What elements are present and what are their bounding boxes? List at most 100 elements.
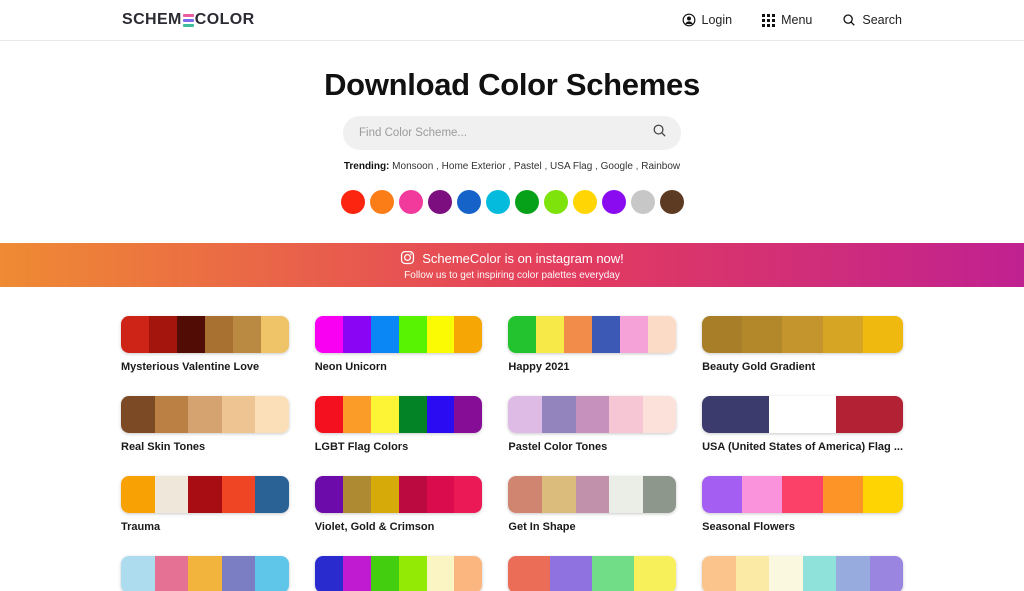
palette-card[interactable]: Vibrant Hope <box>314 556 483 591</box>
palette-card[interactable]: Seasonal Flowers <box>702 476 903 533</box>
banner-headline-row: SchemeColor is on instagram now! <box>400 250 624 268</box>
color-swatch <box>642 476 677 513</box>
palette-name: Happy 2021 <box>508 361 570 373</box>
color-swatch <box>742 476 783 513</box>
palette-grid: Mysterious Valentine Love Neon Unicorn Hap… <box>121 316 903 591</box>
color-swatch <box>634 556 677 591</box>
palette-swatches <box>508 556 677 591</box>
menu-label: Menu <box>781 13 813 27</box>
color-dot[interactable] <box>659 190 684 214</box>
palette-name: USA (United States of America) Flag ... <box>702 441 903 453</box>
trending-separator: , <box>632 161 642 172</box>
instagram-banner[interactable]: SchemeColor is on instagram now! Follow … <box>0 243 1024 287</box>
color-dot[interactable] <box>340 190 365 214</box>
logo-e-icon <box>182 13 194 27</box>
color-dot[interactable] <box>630 190 655 214</box>
palette-name: Seasonal Flowers <box>702 521 796 533</box>
color-swatch <box>742 316 783 353</box>
palette-swatches <box>702 556 903 591</box>
color-swatch <box>802 556 837 591</box>
color-dot[interactable] <box>514 190 539 214</box>
trending-row: Trending: Monsoon , Home Exterior , Past… <box>0 161 1024 172</box>
palette-card[interactable]: Happy 2021 <box>508 316 677 373</box>
menu-button[interactable]: Menu <box>762 13 812 27</box>
color-swatch <box>221 476 256 513</box>
color-swatch <box>454 316 483 353</box>
color-swatch <box>454 476 483 513</box>
palette-card[interactable]: Real Skin Tones <box>121 396 289 453</box>
search-icon <box>842 13 856 27</box>
color-dot[interactable] <box>456 190 481 214</box>
color-swatch <box>121 396 155 433</box>
color-swatch <box>609 396 643 433</box>
palette-card[interactable]: LGBT Flag Colors <box>314 396 483 453</box>
color-swatch <box>154 396 189 433</box>
logo-text-left: SCHEM <box>122 11 182 28</box>
color-dot[interactable] <box>543 190 568 214</box>
color-swatch <box>221 556 256 591</box>
palette-name: Beauty Gold Gradient <box>702 361 816 373</box>
color-swatch <box>314 556 343 591</box>
color-dot[interactable] <box>485 190 510 214</box>
search-nav-button[interactable]: Search <box>842 13 902 27</box>
palette-card[interactable]: Awesome Idea <box>508 556 677 591</box>
trending-link-rainbow[interactable]: Rainbow <box>641 161 680 172</box>
color-swatch <box>154 476 189 513</box>
trending-link-usa-flag[interactable]: USA Flag <box>550 161 592 172</box>
palette-card[interactable]: Beauty Gold Gradient <box>702 316 903 373</box>
trending-link-home-exterior[interactable]: Home Exterior <box>442 161 506 172</box>
logo[interactable]: SCHEM COLOR <box>122 11 255 29</box>
color-swatch <box>642 396 677 433</box>
color-dots-row <box>0 190 1024 214</box>
color-swatch <box>260 316 289 353</box>
color-swatch <box>769 556 803 591</box>
color-swatch <box>221 396 256 433</box>
login-button[interactable]: Login <box>682 13 732 27</box>
palette-swatches <box>508 396 677 433</box>
palette-card[interactable]: Neon Unicorn <box>314 316 483 373</box>
color-swatch <box>735 556 770 591</box>
palette-card[interactable]: Get In Shape <box>508 476 677 533</box>
color-swatch <box>121 316 149 353</box>
color-swatch <box>342 476 371 513</box>
logo-e-bar <box>182 18 194 22</box>
palette-card[interactable]: USA (United States of America) Flag ... <box>702 396 903 453</box>
color-swatch <box>869 556 903 591</box>
color-swatch <box>255 476 289 513</box>
palette-card[interactable]: Trauma <box>121 476 289 533</box>
palette-name: Pastel Color Tones <box>508 441 608 453</box>
search-submit-icon[interactable] <box>652 123 667 143</box>
color-dot[interactable] <box>398 190 423 214</box>
color-swatch <box>620 316 649 353</box>
palette-swatches <box>702 476 903 513</box>
color-dot[interactable] <box>427 190 452 214</box>
logo-e-bar <box>182 23 194 27</box>
palette-card[interactable]: Locate This Information <box>121 556 289 591</box>
palette-name: Real Skin Tones <box>121 441 206 453</box>
trending-link-google[interactable]: Google <box>601 161 633 172</box>
palette-name: Mysterious Valentine Love <box>121 361 260 373</box>
palette-swatches <box>121 556 289 591</box>
trending-link-monsoon[interactable]: Monsoon <box>392 161 433 172</box>
palette-swatches <box>314 476 483 513</box>
logo-e-bar <box>182 13 194 17</box>
palette-card[interactable]: Pastel Color Tones <box>508 396 677 453</box>
color-dot[interactable] <box>601 190 626 214</box>
palette-card[interactable]: Mysterious Valentine Love <box>121 316 289 373</box>
trending-link-pastel[interactable]: Pastel <box>514 161 542 172</box>
color-dot[interactable] <box>369 190 394 214</box>
color-swatch <box>508 396 542 433</box>
header-nav: Login Menu Search <box>682 13 902 27</box>
search-nav-label: Search <box>862 13 902 27</box>
color-swatch <box>541 476 576 513</box>
color-swatch <box>204 316 233 353</box>
scheme-search-input[interactable] <box>359 127 652 139</box>
color-swatch <box>702 476 743 513</box>
color-swatch <box>255 396 289 433</box>
color-dot[interactable] <box>572 190 597 214</box>
color-swatch <box>398 556 427 591</box>
palette-swatches <box>314 396 483 433</box>
palette-card[interactable]: Genderfaun Flag Colors <box>702 556 903 591</box>
palette-card[interactable]: Violet, Gold & Crimson <box>314 476 483 533</box>
palette-swatches <box>314 316 483 353</box>
